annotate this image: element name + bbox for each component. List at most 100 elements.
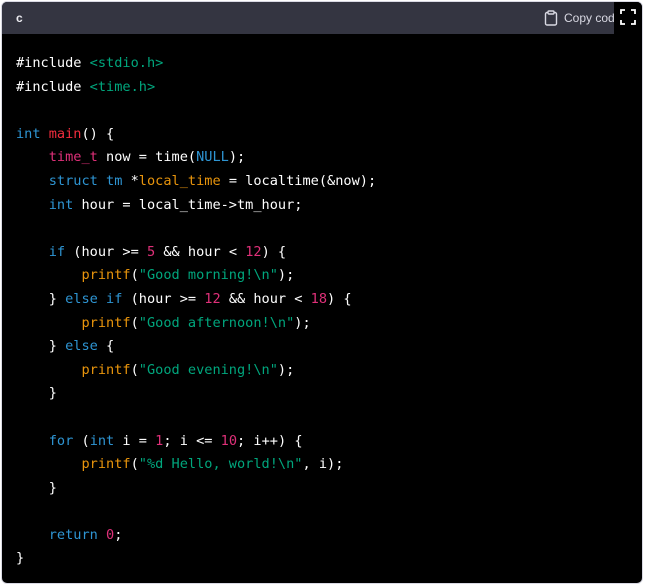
- copy-code-label: Copy code: [564, 11, 620, 25]
- code-token: && hour <: [220, 290, 311, 307]
- copy-code-button[interactable]: Copy code: [544, 2, 620, 34]
- code-token: (: [130, 314, 139, 331]
- code-token: for: [48, 432, 74, 449]
- code-token: printf: [81, 456, 131, 473]
- code-line: time_t now = time(NULL);: [16, 146, 628, 170]
- code-token: ) {: [261, 243, 287, 260]
- code-token: ; i++) {: [237, 432, 303, 449]
- code-token: "Good evening!\n": [138, 361, 278, 378]
- code-token: );: [277, 361, 295, 378]
- code-token: ;: [114, 526, 123, 543]
- code-token: time_t: [48, 149, 98, 166]
- code-token: if: [48, 243, 66, 260]
- code-token: "Good afternoon!\n": [138, 314, 295, 331]
- code-block: c Copy code #include <stdio.h> #include <…: [1, 1, 643, 584]
- code-token: (: [130, 456, 139, 473]
- code-token: else: [65, 290, 98, 307]
- code-token: printf: [81, 267, 131, 284]
- code-token: struct: [48, 172, 98, 189]
- code-line: int main() {: [16, 123, 628, 147]
- code-token: }: [16, 290, 66, 307]
- code-token: = localtime(&now);: [220, 172, 377, 189]
- code-token: 12: [204, 290, 221, 307]
- code-token: 12: [245, 243, 262, 260]
- code-token: (: [130, 361, 139, 378]
- code-content: #include <stdio.h> #include <time.h> int …: [2, 34, 642, 571]
- code-token: local_time: [138, 172, 221, 189]
- code-token: #include: [16, 55, 90, 71]
- code-token: (hour >=: [122, 290, 205, 307]
- code-token: () {: [81, 125, 115, 142]
- code-token: (: [130, 267, 139, 284]
- code-line: struct tm *local_time = localtime(&now);: [16, 170, 628, 194]
- code-token: ; i <=: [163, 432, 221, 449]
- code-token: int: [16, 125, 41, 142]
- code-token: tm: [106, 172, 123, 189]
- code-token: );: [228, 149, 246, 166]
- code-token: (hour >=: [65, 243, 147, 260]
- code-token: main: [48, 125, 82, 142]
- code-line: } else {: [16, 335, 628, 359]
- code-token: 0: [106, 526, 115, 543]
- code-line: #include <time.h>: [16, 76, 628, 100]
- code-token: i =: [114, 432, 156, 449]
- code-token: int: [48, 196, 74, 213]
- clipboard-icon: [544, 10, 558, 26]
- code-token: if: [106, 290, 123, 307]
- code-header: c Copy code: [2, 2, 642, 34]
- code-token: <stdio.h>: [89, 55, 164, 71]
- expand-button[interactable]: [614, 2, 642, 34]
- code-token: }: [16, 385, 57, 402]
- code-token: now = time(: [97, 149, 197, 166]
- code-token: , i);: [302, 456, 344, 473]
- code-token: return: [48, 526, 98, 543]
- code-token: *: [122, 172, 139, 189]
- code-token: }: [16, 550, 25, 567]
- code-line: }: [16, 547, 628, 571]
- code-token: );: [294, 314, 311, 331]
- code-token: "%d Hello, world!\n": [138, 456, 303, 473]
- code-token: printf: [81, 361, 131, 378]
- code-token: ) {: [327, 290, 352, 307]
- code-token: );: [277, 267, 295, 284]
- code-token: printf: [81, 314, 131, 331]
- code-token: #include: [16, 78, 90, 95]
- code-token: }: [16, 479, 57, 496]
- code-line: return 0;: [16, 524, 628, 548]
- code-line: }: [16, 477, 628, 501]
- code-token: int: [89, 432, 115, 449]
- code-token: {: [97, 338, 115, 355]
- code-token: && hour <: [155, 243, 246, 260]
- code-token: 18: [310, 290, 328, 307]
- code-token: 5: [146, 243, 156, 260]
- code-line: if (hour >= 5 && hour < 12) {: [16, 241, 628, 265]
- code-line: printf("Good morning!\n");: [16, 264, 628, 288]
- code-line: printf("Good afternoon!\n");: [16, 312, 628, 336]
- code-token: <time.h>: [89, 78, 156, 95]
- code-token: }: [16, 338, 66, 355]
- code-token: else: [65, 338, 98, 355]
- code-line: int hour = local_time->tm_hour;: [16, 194, 628, 218]
- code-token: (: [73, 432, 90, 449]
- code-line: }: [16, 382, 628, 406]
- code-line: for (int i = 1; i <= 10; i++) {: [16, 430, 628, 454]
- code-line: printf("%d Hello, world!\n", i);: [16, 453, 628, 477]
- code-token: 10: [220, 432, 238, 449]
- fullscreen-icon: [619, 8, 637, 29]
- code-line: } else if (hour >= 12 && hour < 18) {: [16, 288, 628, 312]
